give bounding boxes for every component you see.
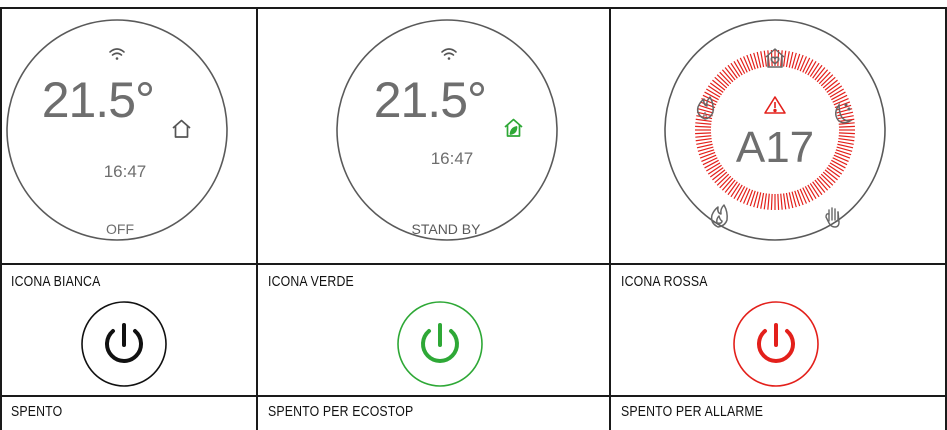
table-left-border bbox=[0, 7, 2, 430]
alarm-tick bbox=[770, 193, 773, 210]
state-caption: SPENTO bbox=[11, 403, 63, 420]
power-icon[interactable] bbox=[81, 301, 167, 387]
thermostat-display-off: 21.5° 16:47 OFF bbox=[6, 19, 228, 241]
temperature-readout: 21.5° bbox=[42, 72, 154, 128]
icon-cell-green: ICONA VERDE bbox=[257, 265, 610, 395]
column-off: 21.5° 16:47 OFF ICONA BIANCA SPENTO bbox=[0, 7, 257, 430]
alarm-tick bbox=[777, 193, 780, 210]
thermostat-display-alarm: A17 A bbox=[664, 19, 886, 241]
icon-cell-red: ICONA ROSSA bbox=[610, 265, 947, 395]
icon-caption: ICONA VERDE bbox=[268, 273, 354, 290]
status-readout: STAND BY bbox=[412, 221, 482, 237]
state-cell-alarm: SPENTO PER ALLARME bbox=[610, 397, 947, 430]
icon-caption: ICONA BIANCA bbox=[11, 273, 101, 290]
display-cell-off: 21.5° 16:47 OFF bbox=[0, 9, 257, 263]
power-icon[interactable] bbox=[397, 301, 483, 387]
display-cell-alarm: A17 A bbox=[610, 9, 947, 263]
svg-text:A: A bbox=[703, 111, 708, 119]
alarm-tick bbox=[695, 125, 712, 128]
thermostat-states-table: 21.5° 16:47 OFF ICONA BIANCA SPENTO 21.5… bbox=[0, 7, 947, 430]
state-caption: SPENTO PER ECOSTOP bbox=[268, 403, 414, 420]
temperature-readout: 21.5° bbox=[374, 72, 486, 128]
state-caption: SPENTO PER ALLARME bbox=[621, 403, 764, 420]
icon-caption: ICONA ROSSA bbox=[621, 273, 708, 290]
thermostat-display-standby: 21.5° 16:47 STAND BY bbox=[336, 19, 558, 241]
alarm-tick bbox=[838, 132, 855, 135]
alarm-tick bbox=[695, 132, 712, 135]
alarm-tick bbox=[838, 125, 855, 128]
display-cell-standby: 21.5° 16:47 STAND BY bbox=[257, 9, 610, 263]
alarm-code: A17 bbox=[736, 123, 814, 172]
time-readout: 16:47 bbox=[431, 149, 474, 168]
table-top-border bbox=[0, 7, 947, 9]
icon-cell-white: ICONA BIANCA bbox=[0, 265, 257, 395]
status-readout: OFF bbox=[106, 221, 134, 237]
column-ecostop: 21.5° 16:47 STAND BY ICONA VERDE SPENTO … bbox=[256, 7, 610, 430]
power-icon[interactable] bbox=[733, 301, 819, 387]
column-alarm: A17 A ICONA ROSSA SPENTO PER ALLARME bbox=[609, 7, 947, 430]
state-cell-off: SPENTO bbox=[0, 397, 257, 430]
state-cell-ecostop: SPENTO PER ECOSTOP bbox=[257, 397, 610, 430]
time-readout: 16:47 bbox=[104, 162, 147, 181]
